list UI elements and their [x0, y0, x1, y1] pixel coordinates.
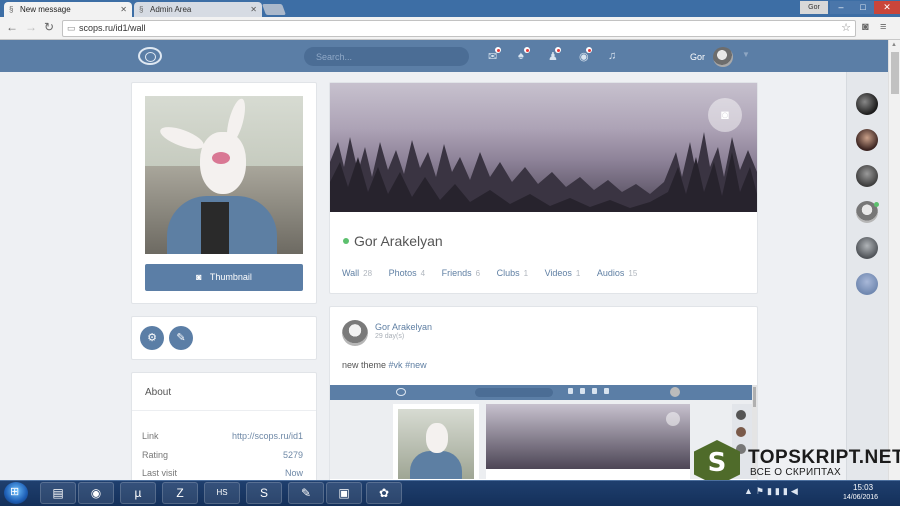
forest-illustration	[330, 132, 757, 212]
start-button[interactable]	[4, 482, 28, 504]
post-timestamp: 29 day(s)	[375, 333, 405, 340]
notification-badge	[524, 47, 530, 53]
tab-clubs[interactable]: Clubs 1	[497, 268, 528, 278]
monitor-app-icon[interactable]: ▣	[326, 482, 362, 504]
about-last-visit-label: Last visit	[142, 468, 178, 478]
search-input[interactable]	[304, 47, 469, 66]
reload-icon[interactable]: ↻	[44, 20, 54, 34]
page-info-icon: ▭	[67, 23, 76, 33]
page-favicon-icon: §	[9, 5, 14, 14]
online-status-dot	[343, 238, 349, 244]
cover-photo[interactable]	[330, 83, 757, 212]
notepad-icon[interactable]: ✎	[288, 482, 324, 504]
profile-tabs: Wall 28 Photos 4 Friends 6 Clubs 1 Videos 1 A…	[342, 268, 651, 278]
scrollbar-thumb[interactable]	[891, 52, 899, 94]
about-last-visit-value: Now	[284, 468, 303, 478]
tab-title: New message	[20, 5, 71, 14]
tab-new-message[interactable]: § New message ✕	[4, 2, 132, 17]
music-icon[interactable]: ♫	[608, 50, 616, 62]
post-author-avatar[interactable]	[342, 320, 368, 346]
tab-title: Admin Area	[150, 5, 192, 14]
tab-photos[interactable]: Photos 4	[389, 268, 425, 278]
about-title: About	[145, 387, 172, 398]
thumbnail-button[interactable]: ◙ Thumbnail	[145, 264, 303, 291]
filezilla-icon[interactable]: Z	[162, 482, 198, 504]
new-tab-button[interactable]	[261, 4, 287, 15]
chrome-icon[interactable]: ◉	[78, 482, 114, 504]
paint-icon[interactable]: ✿	[366, 482, 402, 504]
hashtag-link[interactable]: #new	[405, 360, 427, 370]
post-author-name[interactable]: Gor Arakelyan	[375, 322, 432, 332]
about-link-value[interactable]: http://scops.ru/id1	[232, 431, 303, 441]
minimize-window-icon[interactable]: –	[830, 1, 852, 14]
bookmark-star-icon[interactable]: ☆	[841, 21, 851, 36]
explorer-folder-icon[interactable]: ▤	[40, 482, 76, 504]
notification-badge	[495, 47, 501, 53]
scroll-up-arrow-icon[interactable]: ▲	[891, 42, 897, 48]
profile-name: Gor Arakelyan	[354, 233, 443, 249]
friend-avatar[interactable]	[856, 273, 878, 295]
tab-videos[interactable]: Videos 1	[545, 268, 581, 278]
close-tab-icon[interactable]: ✕	[250, 2, 257, 17]
menu-icon[interactable]: ≡	[880, 21, 886, 33]
back-arrow-icon[interactable]: ←	[6, 20, 18, 34]
hashtag-link[interactable]: #vk	[389, 360, 403, 370]
friend-avatar[interactable]	[856, 237, 878, 259]
page-favicon-icon: §	[139, 5, 144, 14]
notification-badge	[586, 47, 592, 53]
tab-friends[interactable]: Friends 6	[442, 268, 480, 278]
browser-tabbar: § New message ✕ § Admin Area ✕ Gor – □ ✕	[0, 0, 900, 17]
site-logo-icon[interactable]	[138, 47, 162, 65]
bell-icon[interactable]: ♠	[518, 50, 524, 62]
profile-photo[interactable]	[145, 96, 303, 254]
about-divider	[132, 410, 316, 411]
post-attached-image[interactable]	[330, 385, 752, 479]
skype-icon[interactable]: S	[246, 482, 282, 504]
tab-admin-area[interactable]: § Admin Area ✕	[134, 2, 262, 17]
notification-badge	[555, 47, 561, 53]
post-text: new theme #vk #new	[342, 360, 427, 370]
about-rating-label: Rating	[142, 450, 169, 460]
utorrent-icon[interactable]: µ	[120, 482, 156, 504]
browser-toolbar: ← → ↻ ▭ scops.ru/id1/wall ☆ ◙ ≡	[0, 17, 900, 40]
clock-date[interactable]: 14/06/2016	[843, 494, 878, 501]
chevron-down-icon[interactable]: ▼	[742, 50, 750, 59]
close-window-icon[interactable]: ✕	[874, 1, 900, 14]
hotspot-shield-icon[interactable]: HS	[204, 482, 240, 504]
tab-audios[interactable]: Audios 15	[597, 268, 637, 278]
address-bar[interactable]: ▭ scops.ru/id1/wall ☆	[62, 20, 856, 37]
about-link-label: Link	[142, 431, 159, 441]
forward-arrow-icon[interactable]: →	[25, 20, 37, 34]
about-rating-value: 5279	[282, 450, 303, 460]
friend-avatar[interactable]	[856, 165, 878, 187]
browser-user-chip[interactable]: Gor	[800, 1, 828, 14]
maximize-window-icon[interactable]: □	[852, 1, 874, 14]
friend-avatar[interactable]	[856, 129, 878, 151]
tab-wall[interactable]: Wall 28	[342, 268, 372, 278]
header-avatar[interactable]	[713, 47, 733, 67]
friend-avatar[interactable]	[856, 93, 878, 115]
page-scrollbar[interactable]: ▲	[888, 40, 900, 480]
url-text: scops.ru/id1/wall	[79, 23, 146, 33]
clock-time[interactable]: 15:03	[853, 483, 873, 492]
edit-pencil-button[interactable]: ✎	[169, 326, 193, 350]
system-tray-icons[interactable]: ▲⚑▮▮▮◀	[744, 486, 801, 497]
site-header: ✉ ♠ ♟ ◉ ♫ Gor ▼	[0, 40, 900, 72]
settings-gear-button[interactable]: ⚙	[140, 326, 164, 350]
friend-online-dot	[874, 202, 879, 207]
header-username[interactable]: Gor	[690, 52, 705, 62]
change-cover-camera-icon[interactable]: ◙	[708, 98, 742, 132]
camera-extension-icon[interactable]: ◙	[862, 21, 869, 33]
camera-icon: ◙	[196, 272, 202, 282]
watermark-subtitle: ВСЕ О СКРИПТАХ	[750, 467, 841, 478]
thumbnail-label: Thumbnail	[209, 272, 252, 282]
close-tab-icon[interactable]: ✕	[120, 2, 127, 17]
watermark-title: TOPSKRIPT.NET	[748, 447, 900, 468]
